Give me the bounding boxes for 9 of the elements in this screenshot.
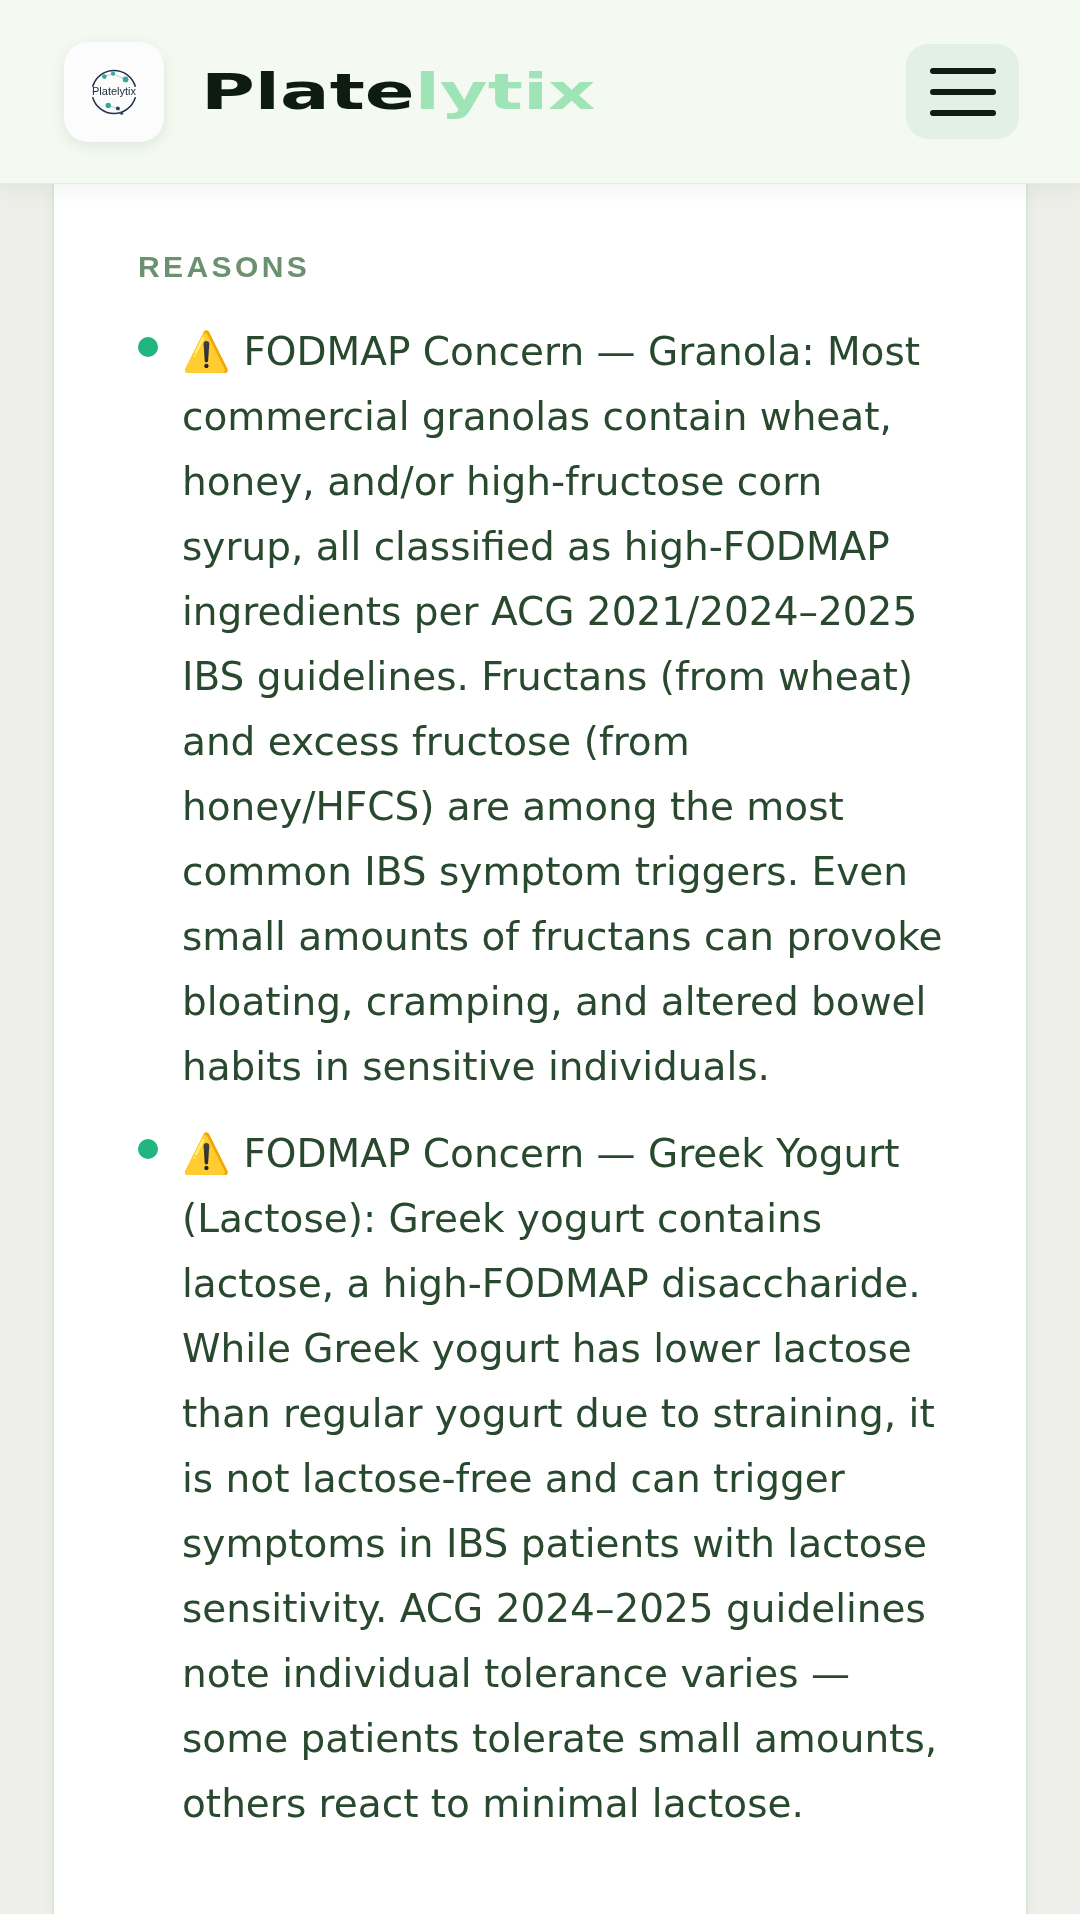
menu-button[interactable] — [906, 44, 1019, 139]
bullet-dot-icon — [138, 337, 158, 357]
bullet-dot-icon — [138, 1139, 158, 1159]
logo-text: Platelytix — [92, 85, 136, 98]
section-heading: REASONS — [138, 249, 311, 285]
menu-icon — [929, 67, 996, 116]
reason-text: ⚠ FODMAP Concern — Granola: Most commercial granolas contain wheat, honey, and/or high-fructose corn syrup, all classified as high-FODMAP ingredients per ACG 2021/2024–2025 IBS guidelines. Fructans (from wheat) and excess fructose (from honey/HFCS) are among the most common IBS symptom triggers. Even small amounts of fructans can provoke bloating, cramping, and altered bowel habits in sensitive individuals. — [182, 328, 944, 1091]
brand-wordmark: Platelytix — [201, 61, 596, 122]
reason-text: ⚠ FODMAP Concern — Greek Yogurt (Lactose): Greek yogurt contains lactose, a high-FODMAP disaccharide. While Greek yogurt has lower lactose than regular yogurt due to straining, it is not lactose-free and can trigger symptoms in IBS patients with lactose sensitivity. ACG 2024–2025 guidelines note individual tolerance varies — some patients tolerate small amounts, others react to minimal lactose. — [182, 1130, 939, 1828]
